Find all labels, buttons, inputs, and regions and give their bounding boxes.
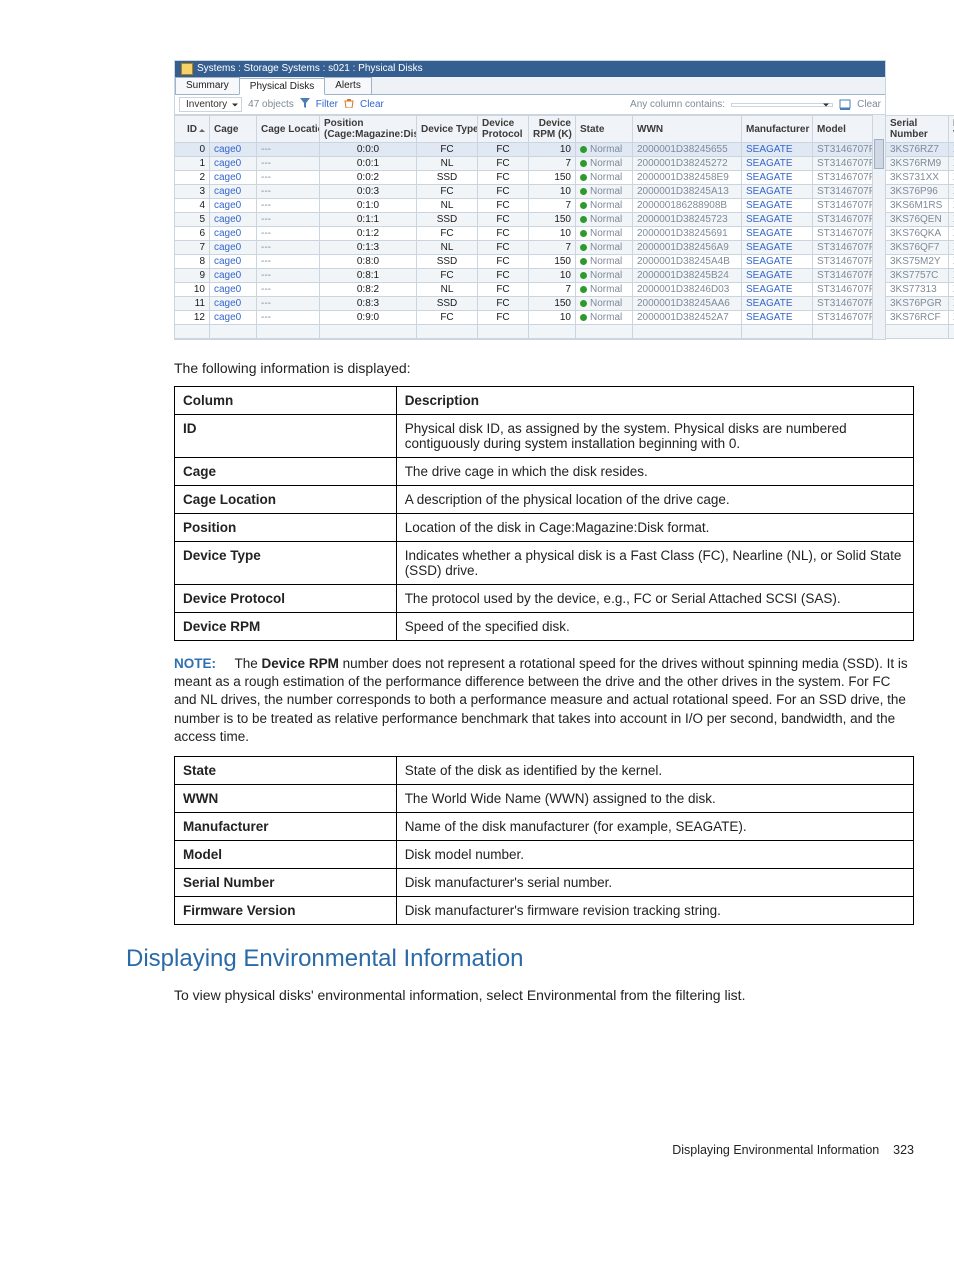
col-cage-location[interactable]: Cage Location <box>257 116 320 143</box>
breadcrumb-bar: Systems : Storage Systems : s021 : Physi… <box>175 61 885 77</box>
note-label: NOTE: <box>174 656 216 671</box>
doc-row: Device ProtocolThe protocol used by the … <box>175 585 914 613</box>
doc-row: Device TypeIndicates whether a physical … <box>175 542 914 585</box>
section-body: To view physical disks' environmental in… <box>174 987 914 1003</box>
clear-search-link[interactable]: Clear <box>857 99 881 110</box>
table-row[interactable]: 6cage0---0:1:2FCFC10Normal2000001D382456… <box>175 227 954 241</box>
col-id[interactable]: ID <box>175 116 210 143</box>
doc-row: StateState of the disk as identified by … <box>175 757 914 785</box>
table-row[interactable]: 9cage0---0:8:1FCFC10Normal2000001D38245B… <box>175 269 954 283</box>
col-device-type[interactable]: Device Type <box>417 116 478 143</box>
col-wwn[interactable]: WWN <box>633 116 742 143</box>
note-before: The <box>235 656 262 671</box>
column-description-table-1: ColumnDescriptionIDPhysical disk ID, as … <box>174 386 914 641</box>
column-description-table-2: StateState of the disk as identified by … <box>174 756 914 925</box>
documentation-body: The following information is displayed: … <box>174 360 914 1157</box>
col-state[interactable]: State <box>576 116 633 143</box>
note-bold: Device RPM <box>262 656 339 671</box>
table-row[interactable]: 10cage0---0:8:2NLFC7Normal2000001D38246D… <box>175 283 954 297</box>
table-row[interactable]: 7cage0---0:1:3NLFC7Normal2000001D382456A… <box>175 241 954 255</box>
clear-link[interactable]: Clear <box>360 99 384 110</box>
doc-row: ModelDisk model number. <box>175 841 914 869</box>
col-device[interactable]: DeviceRPM (K) <box>529 116 576 143</box>
grid-header-row: IDCageCage LocationPosition(Cage:Magazin… <box>175 116 954 143</box>
col-serial[interactable]: SerialNumber <box>886 116 949 143</box>
doc-row: CageThe drive cage in which the disk res… <box>175 458 914 486</box>
any-column-dropdown[interactable] <box>731 103 833 107</box>
clear-icon[interactable] <box>344 98 354 111</box>
doc-row: Cage LocationA description of the physic… <box>175 486 914 514</box>
object-count: 47 objects <box>248 99 294 110</box>
export-icon[interactable] <box>839 99 851 111</box>
col-cage[interactable]: Cage <box>210 116 257 143</box>
tabstrip: SummaryPhysical DisksAlerts <box>175 77 885 95</box>
footer-page-number: 323 <box>893 1143 914 1157</box>
table-row[interactable]: 8cage0---0:8:0SSDFC150Normal2000001D3824… <box>175 255 954 269</box>
tab-physical-disks[interactable]: Physical Disks <box>239 78 325 95</box>
tab-alerts[interactable]: Alerts <box>324 77 372 94</box>
grid-wrapper: IDCageCage LocationPosition(Cage:Magazin… <box>175 115 885 339</box>
footer-title: Displaying Environmental Information <box>672 1143 879 1157</box>
table-row-empty <box>175 325 954 339</box>
table-row[interactable]: 4cage0---0:1:0NLFC7Normal200000186288908… <box>175 199 954 213</box>
doc-row: Serial NumberDisk manufacturer's serial … <box>175 869 914 897</box>
any-column-label: Any column contains: <box>630 99 725 110</box>
filter-dropdown[interactable]: Inventory <box>179 97 242 112</box>
table-row[interactable]: 1cage0---0:0:1NLFC7Normal2000001D3824527… <box>175 157 954 171</box>
doc-row: WWNThe World Wide Name (WWN) assigned to… <box>175 785 914 813</box>
vertical-scrollbar[interactable] <box>872 115 885 339</box>
section-heading: Displaying Environmental Information <box>126 945 914 973</box>
tab-summary[interactable]: Summary <box>175 77 240 94</box>
doc-row: Firmware VersionDisk manufacturer's firm… <box>175 897 914 925</box>
note-paragraph: NOTE: The Device RPM number does not rep… <box>174 655 914 746</box>
table-row[interactable]: 12cage0---0:9:0FCFC10Normal2000001D38245… <box>175 311 954 325</box>
physical-disks-panel: Systems : Storage Systems : s021 : Physi… <box>174 60 886 340</box>
doc-row: IDPhysical disk ID, as assigned by the s… <box>175 415 914 458</box>
table-row[interactable]: 0cage0---0:0:0FCFC10Normal2000001D382456… <box>175 143 954 157</box>
toolbar: Inventory 47 objects Filter Clear Any co… <box>175 95 885 115</box>
scroll-thumb[interactable] <box>874 139 884 169</box>
page-footer: Displaying Environmental Information 323 <box>174 1143 914 1157</box>
col-position[interactable]: Position(Cage:Magazine:Disk) <box>320 116 417 143</box>
filter-link[interactable]: Filter <box>316 99 338 110</box>
doc-row: ManufacturerName of the disk manufacture… <box>175 813 914 841</box>
folder-icon <box>181 63 193 75</box>
table-row[interactable]: 5cage0---0:1:1SSDFC150Normal2000001D3824… <box>175 213 954 227</box>
table-row[interactable]: 11cage0---0:8:3SSDFC150Normal2000001D382… <box>175 297 954 311</box>
doc-row: Device RPMSpeed of the specified disk. <box>175 613 914 641</box>
filter-icon[interactable] <box>300 98 310 111</box>
col-firmware[interactable]: FirmwareVersion <box>949 116 954 143</box>
doc-row: PositionLocation of the disk in Cage:Mag… <box>175 514 914 542</box>
breadcrumb: Systems : Storage Systems : s021 : Physi… <box>197 63 423 75</box>
physical-disks-grid: IDCageCage LocationPosition(Cage:Magazin… <box>175 115 954 339</box>
col-device[interactable]: DeviceProtocol <box>478 116 529 143</box>
table-row[interactable]: 2cage0---0:0:2SSDFC150Normal2000001D3824… <box>175 171 954 185</box>
doc-col-header: Description <box>396 387 913 415</box>
doc-col-header: Column <box>175 387 397 415</box>
col-manufacturer[interactable]: Manufacturer <box>742 116 813 143</box>
table-row[interactable]: 3cage0---0:0:3FCFC10Normal2000001D38245A… <box>175 185 954 199</box>
lead-paragraph: The following information is displayed: <box>174 360 914 376</box>
